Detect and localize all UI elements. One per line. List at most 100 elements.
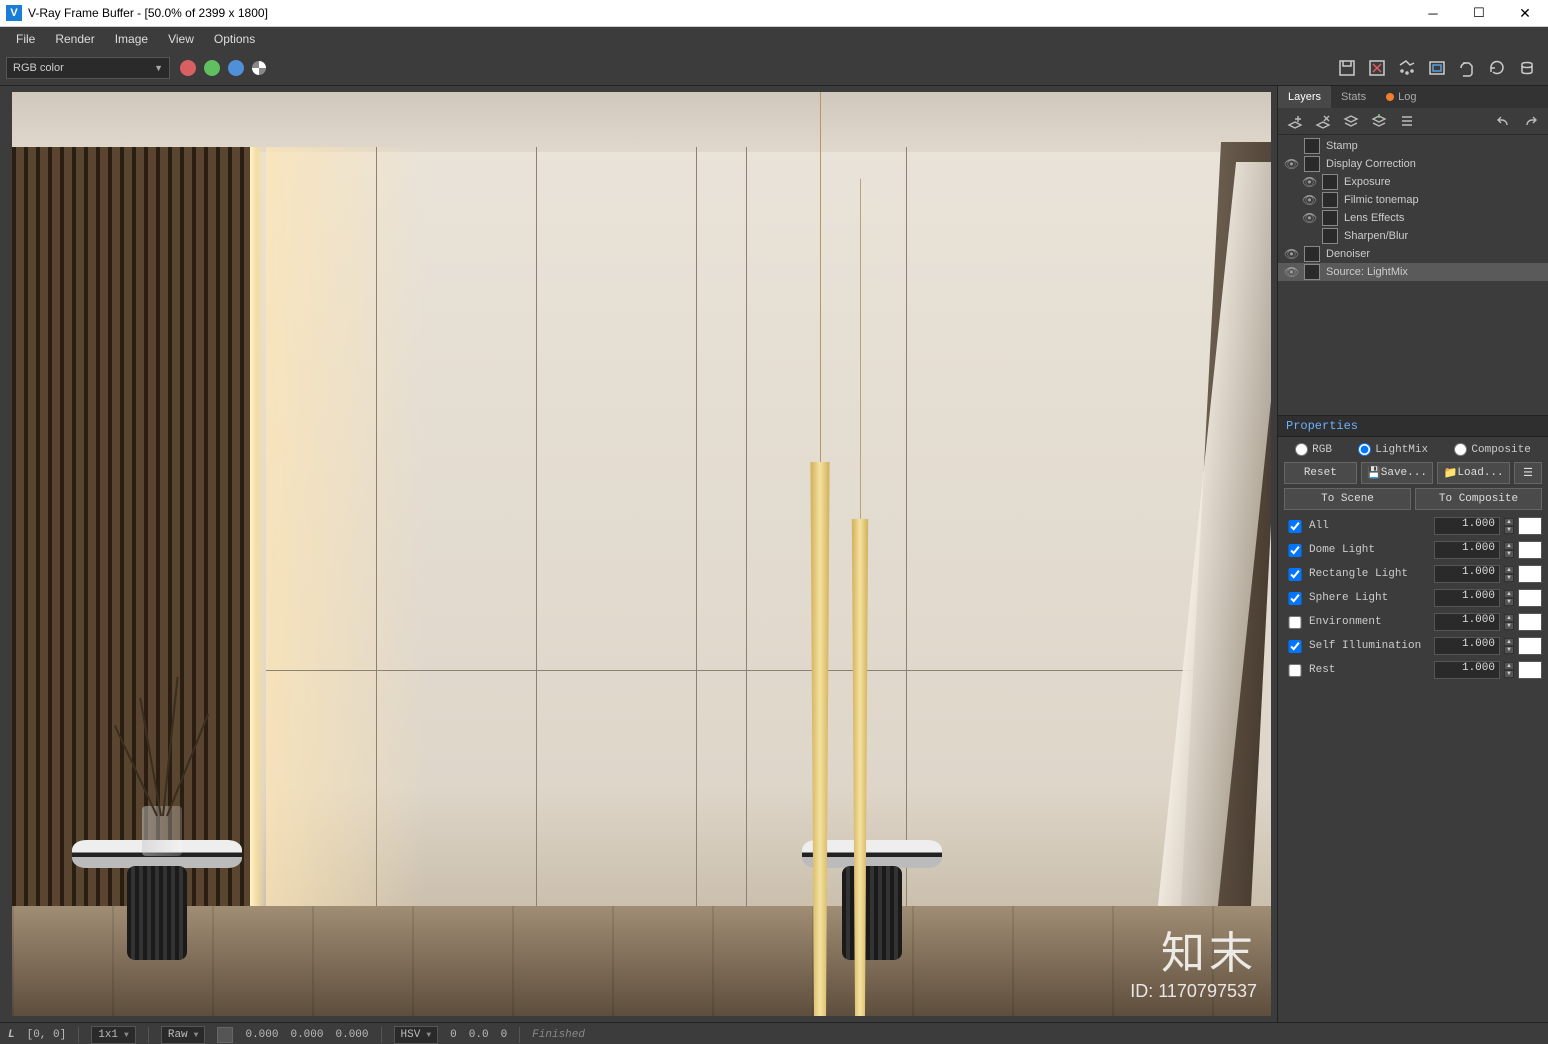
delete-layer-icon[interactable] — [1314, 112, 1332, 130]
mode-composite-radio[interactable]: Composite — [1454, 443, 1530, 456]
layers-list: Stamp👁Display Correction👁Exposure👁Filmic… — [1278, 135, 1548, 283]
red-channel-button[interactable] — [180, 60, 196, 76]
raw-mode-dropdown[interactable]: Raw▼ — [161, 1026, 206, 1044]
to-scene-button[interactable]: To Scene — [1284, 488, 1411, 510]
main-toolbar: RGB color ▼ — [0, 51, 1548, 86]
properties-header[interactable]: Properties — [1278, 415, 1548, 437]
pixel-ratio-dropdown[interactable]: 1x1▼ — [91, 1026, 136, 1044]
layer-row[interactable]: 👁Denoiser — [1278, 245, 1548, 263]
layer-type-icon — [1304, 138, 1320, 154]
visibility-toggle-icon[interactable]: 👁 — [1284, 247, 1298, 261]
light-color-swatch[interactable] — [1518, 589, 1542, 607]
light-multiplier-input[interactable]: 1.000 — [1434, 661, 1500, 679]
light-multiplier-spinner[interactable]: ▲▼ — [1504, 566, 1514, 582]
visibility-toggle-icon[interactable]: 👁 — [1302, 175, 1316, 189]
window-minimize-button[interactable]: ─ — [1410, 0, 1456, 26]
green-channel-button[interactable] — [204, 60, 220, 76]
window-close-button[interactable]: ✕ — [1502, 0, 1548, 26]
tab-log[interactable]: Log — [1376, 86, 1426, 108]
light-color-swatch[interactable] — [1518, 541, 1542, 559]
status-bar: L [0, 0] 1x1▼ Raw▼ 0.000 0.000 0.000 HSV… — [0, 1022, 1548, 1044]
visibility-toggle-icon[interactable]: 👁 — [1284, 157, 1298, 171]
hsv-s: 0.0 — [469, 1029, 489, 1041]
watermark-id: ID: 1170797537 — [1130, 981, 1257, 1002]
visibility-toggle-icon[interactable]: 👁 — [1302, 193, 1316, 207]
mode-lightmix-radio[interactable]: LightMix — [1358, 443, 1428, 456]
redo-icon[interactable] — [1522, 112, 1540, 130]
light-row: All1.000▲▼ — [1284, 514, 1542, 538]
light-color-swatch[interactable] — [1518, 637, 1542, 655]
light-enable-checkbox[interactable] — [1288, 664, 1302, 677]
tab-stats[interactable]: Stats — [1331, 86, 1376, 108]
blue-channel-button[interactable] — [228, 60, 244, 76]
light-multiplier-spinner[interactable]: ▲▼ — [1504, 542, 1514, 558]
light-color-swatch[interactable] — [1518, 517, 1542, 535]
light-multiplier-spinner[interactable]: ▲▼ — [1504, 662, 1514, 678]
render-last-icon[interactable] — [1485, 56, 1509, 80]
visibility-toggle-icon[interactable]: 👁 — [1302, 211, 1316, 225]
add-layer-icon[interactable] — [1286, 112, 1304, 130]
render-image: 知末 ID: 1170797537 — [12, 92, 1271, 1016]
start-ipr-icon[interactable] — [1515, 56, 1539, 80]
channel-dropdown[interactable]: RGB color ▼ — [6, 57, 170, 79]
alpha-channel-button[interactable] — [252, 61, 266, 75]
clear-image-icon[interactable] — [1365, 56, 1389, 80]
mode-rgb-radio[interactable]: RGB — [1295, 443, 1332, 456]
light-name: Rest — [1309, 664, 1430, 676]
light-multiplier-input[interactable]: 1.000 — [1434, 517, 1500, 535]
layer-row[interactable]: 👁Display Correction — [1278, 155, 1548, 173]
layer-row[interactable]: Sharpen/Blur — [1278, 227, 1548, 245]
menu-view[interactable]: View — [158, 27, 204, 51]
visibility-toggle-icon[interactable]: 👁 — [1284, 265, 1298, 279]
menu-render[interactable]: Render — [45, 27, 104, 51]
lock-icon[interactable]: L — [8, 1029, 15, 1041]
light-color-swatch[interactable] — [1518, 613, 1542, 631]
light-multiplier-spinner[interactable]: ▲▼ — [1504, 590, 1514, 606]
preset-options-button[interactable]: ☰ — [1514, 462, 1542, 484]
save-preset-button[interactable]: 💾 Save... — [1361, 462, 1434, 484]
load-layers-icon[interactable] — [1370, 112, 1388, 130]
light-enable-checkbox[interactable] — [1288, 544, 1302, 557]
layer-options-icon[interactable] — [1398, 112, 1416, 130]
light-enable-checkbox[interactable] — [1288, 640, 1302, 653]
light-multiplier-input[interactable]: 1.000 — [1434, 637, 1500, 655]
tab-layers[interactable]: Layers — [1278, 86, 1331, 108]
menu-image[interactable]: Image — [105, 27, 158, 51]
light-multiplier-spinner[interactable]: ▲▼ — [1504, 614, 1514, 630]
light-color-swatch[interactable] — [1518, 565, 1542, 583]
light-multiplier-input[interactable]: 1.000 — [1434, 541, 1500, 559]
undo-icon[interactable] — [1494, 112, 1512, 130]
light-multiplier-spinner[interactable]: ▲▼ — [1504, 518, 1514, 534]
menu-options[interactable]: Options — [204, 27, 265, 51]
light-enable-checkbox[interactable] — [1288, 520, 1302, 533]
light-enable-checkbox[interactable] — [1288, 568, 1302, 581]
hsv-mode-dropdown[interactable]: HSV▼ — [394, 1026, 439, 1044]
light-row: Dome Light1.000▲▼ — [1284, 538, 1542, 562]
light-multiplier-input[interactable]: 1.000 — [1434, 589, 1500, 607]
to-composite-button[interactable]: To Composite — [1415, 488, 1542, 510]
render-viewport[interactable]: 知末 ID: 1170797537 — [0, 86, 1277, 1022]
layer-row[interactable]: 👁 Filmic tonemap — [1278, 191, 1548, 209]
reset-button[interactable]: Reset — [1284, 462, 1357, 484]
layer-type-icon — [1322, 228, 1338, 244]
layer-row[interactable]: 👁Source: LightMix — [1278, 263, 1548, 281]
layer-row[interactable]: 👁Lens Effects — [1278, 209, 1548, 227]
light-multiplier-input[interactable]: 1.000 — [1434, 613, 1500, 631]
link-pdplayer-icon[interactable] — [1455, 56, 1479, 80]
light-color-swatch[interactable] — [1518, 661, 1542, 679]
layer-type-icon — [1322, 174, 1338, 190]
menu-file[interactable]: File — [6, 27, 45, 51]
save-image-icon[interactable] — [1335, 56, 1359, 80]
light-enable-checkbox[interactable] — [1288, 616, 1302, 629]
region-render-icon[interactable] — [1395, 56, 1419, 80]
load-preset-button[interactable]: 📁 Load... — [1437, 462, 1510, 484]
layer-row[interactable]: 👁Exposure — [1278, 173, 1548, 191]
layer-name: Filmic tonemap — [1344, 194, 1419, 206]
light-enable-checkbox[interactable] — [1288, 592, 1302, 605]
save-layers-icon[interactable] — [1342, 112, 1360, 130]
light-multiplier-spinner[interactable]: ▲▼ — [1504, 638, 1514, 654]
window-maximize-button[interactable]: ☐ — [1456, 0, 1502, 26]
layer-row[interactable]: Stamp — [1278, 137, 1548, 155]
light-multiplier-input[interactable]: 1.000 — [1434, 565, 1500, 583]
track-mouse-icon[interactable] — [1425, 56, 1449, 80]
